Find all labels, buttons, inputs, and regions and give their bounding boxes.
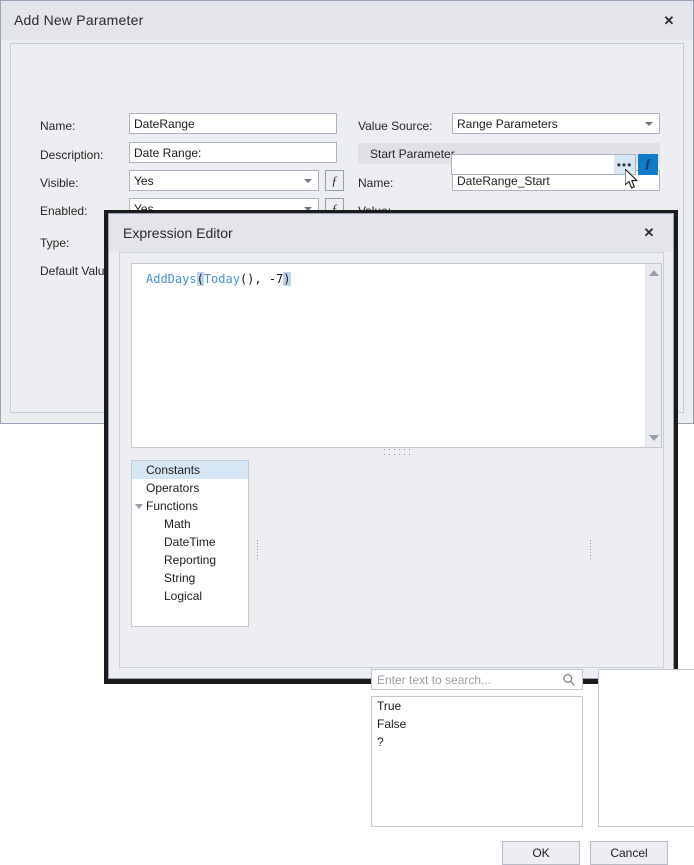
ellipsis-icon: •••	[617, 161, 633, 169]
function-icon: ƒ	[331, 173, 338, 189]
start-value-field-group: ••• ƒ	[451, 154, 658, 175]
description-input-value: Date Range:	[134, 146, 201, 160]
dialog-titlebar: Add New Parameter ✕	[1, 1, 693, 40]
expression-category-tree[interactable]: Constants Operators Functions Math DateTime R…	[131, 460, 249, 627]
expression-description-panel	[598, 669, 694, 827]
tree-item-logical[interactable]: Logical	[132, 587, 248, 605]
expression-code-text: AddDays(Today(), -7)	[146, 272, 291, 286]
vertical-splitter-grip-left[interactable]	[254, 532, 261, 566]
cancel-button-label: Cancel	[610, 846, 647, 860]
chevron-down-icon	[645, 122, 653, 126]
tree-item-label: DateTime	[164, 535, 216, 549]
tree-item-label: Functions	[146, 499, 198, 513]
expression-token-2: Today	[204, 272, 240, 286]
tree-item-label: String	[164, 571, 195, 585]
search-input-placeholder: Enter text to search...	[372, 673, 582, 687]
expression-code-editor[interactable]: AddDays(Today(), -7)	[131, 263, 662, 448]
start-value-input[interactable]	[451, 154, 636, 175]
tree-item-string[interactable]: String	[132, 569, 248, 587]
list-item[interactable]: False	[372, 715, 582, 733]
ok-button[interactable]: OK	[502, 841, 580, 865]
start-value-input-value	[452, 155, 456, 169]
scroll-up-icon[interactable]	[649, 270, 659, 276]
tree-item-math[interactable]: Math	[132, 515, 248, 533]
tree-item-datetime[interactable]: DateTime	[132, 533, 248, 551]
start-value-expression-button[interactable]: ƒ	[638, 154, 658, 175]
cancel-button[interactable]: Cancel	[590, 841, 668, 865]
visible-label: Visible:	[40, 176, 78, 190]
name-label: Name:	[40, 119, 75, 133]
description-label: Description:	[40, 148, 103, 162]
expression-description-text	[599, 670, 694, 678]
tree-item-functions[interactable]: Functions	[132, 497, 248, 515]
tree-item-label: Operators	[146, 481, 199, 495]
visible-expression-button[interactable]: ƒ	[325, 170, 344, 191]
list-item-label: ?	[377, 735, 384, 749]
value-source-dropdown-value: Range Parameters	[457, 117, 558, 131]
tree-item-operators[interactable]: Operators	[132, 479, 248, 497]
value-source-dropdown[interactable]: Range Parameters	[452, 113, 660, 134]
list-item-label: True	[377, 699, 401, 713]
tree-item-constants[interactable]: Constants	[132, 461, 248, 479]
name-input-value: DateRange	[134, 117, 195, 131]
start-name-label: Name:	[358, 176, 393, 190]
expression-editor-scrollbar[interactable]	[645, 264, 661, 447]
list-item[interactable]: ?	[372, 733, 582, 751]
enabled-label: Enabled:	[40, 204, 87, 218]
horizontal-splitter-grip[interactable]	[383, 448, 411, 455]
visible-dropdown[interactable]: Yes	[129, 170, 319, 191]
expression-token-0: AddDays	[146, 272, 197, 286]
triangle-icon	[135, 504, 143, 509]
visible-dropdown-value: Yes	[134, 174, 154, 188]
search-input[interactable]: Enter text to search...	[371, 669, 583, 690]
close-icon[interactable]: ✕	[655, 10, 683, 32]
tree-item-label: Reporting	[164, 553, 216, 567]
expression-token-1: (	[197, 272, 204, 286]
vertical-splitter-grip-right[interactable]	[587, 532, 594, 566]
close-icon[interactable]: ✕	[636, 223, 662, 243]
tree-item-reporting[interactable]: Reporting	[132, 551, 248, 569]
expression-editor-dialog: Expression Editor ✕ AddDays(Today(), -7)…	[108, 213, 674, 679]
tree-item-label: Constants	[146, 463, 200, 477]
expression-editor-shadow-right	[674, 213, 678, 684]
chevron-down-icon	[304, 179, 312, 183]
page-title: Add New Parameter	[14, 12, 143, 28]
expression-token-4: )	[283, 272, 290, 286]
list-item-label: False	[377, 717, 406, 731]
tree-item-label: Math	[164, 517, 191, 531]
expander-triangle-icon[interactable]	[132, 504, 146, 509]
scroll-down-icon[interactable]	[649, 435, 659, 441]
description-input[interactable]: Date Range:	[129, 142, 337, 163]
expression-editor-titlebar: Expression Editor ✕	[109, 214, 673, 252]
tree-item-label: Logical	[164, 589, 202, 603]
type-label: Type:	[40, 236, 69, 250]
name-input[interactable]: DateRange	[129, 113, 337, 134]
start-value-ellipsis-button[interactable]: •••	[614, 155, 635, 174]
search-icon	[562, 673, 576, 687]
list-item[interactable]: True	[372, 697, 582, 715]
function-icon: ƒ	[645, 157, 652, 173]
start-parameter-header-label: Start Parameter	[370, 147, 455, 161]
expression-editor-title: Expression Editor	[123, 225, 233, 241]
expression-items-list[interactable]: True False?	[371, 696, 583, 827]
start-name-input-value: DateRange_Start	[457, 174, 550, 188]
expression-token-3: (), -7	[240, 272, 283, 286]
value-source-label: Value Source:	[358, 119, 433, 133]
ok-button-label: OK	[532, 846, 549, 860]
